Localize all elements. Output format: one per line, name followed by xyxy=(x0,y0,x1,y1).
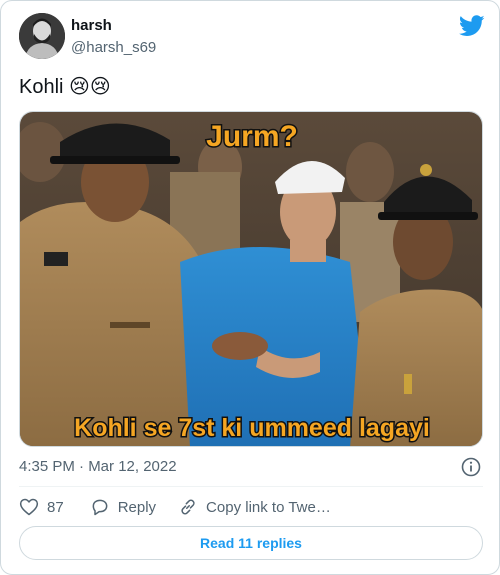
meme-caption-top: Jurm? xyxy=(206,120,298,153)
read-replies-button[interactable]: Read 11 replies xyxy=(19,526,483,560)
twitter-bird-icon[interactable] xyxy=(459,15,485,37)
avatar[interactable] xyxy=(19,13,65,59)
author-name[interactable]: harsh xyxy=(71,17,112,34)
copy-link-label: Copy link to Twe… xyxy=(206,498,331,516)
like-button[interactable]: 87 xyxy=(19,497,64,517)
meme-caption-bottom: Kohli se 7st ki ummeed lagayi xyxy=(74,414,430,442)
info-icon[interactable] xyxy=(461,457,481,477)
tweet-card: harsh @harsh_s69 Kohli 😢😢 Jurm? Kohli se… xyxy=(0,0,500,575)
action-bar: 87 Reply Copy link to Twe… xyxy=(19,496,331,518)
reply-label: Reply xyxy=(117,498,157,516)
divider xyxy=(19,486,483,487)
tweet-timestamp[interactable]: 4:35 PM · Mar 12, 2022 xyxy=(19,458,177,475)
like-count: 87 xyxy=(47,498,64,516)
author-handle[interactable]: @harsh_s69 xyxy=(71,39,156,56)
reply-button[interactable]: Reply xyxy=(90,497,156,517)
copy-link-button[interactable]: Copy link to Twe… xyxy=(178,497,331,517)
tweet-text: Kohli 😢😢 xyxy=(19,76,111,98)
reply-icon xyxy=(92,499,108,516)
tweet-image[interactable]: Jurm? Kohli se 7st ki ummeed lagayi xyxy=(19,111,483,447)
link-icon xyxy=(181,499,195,515)
heart-icon xyxy=(19,498,39,516)
